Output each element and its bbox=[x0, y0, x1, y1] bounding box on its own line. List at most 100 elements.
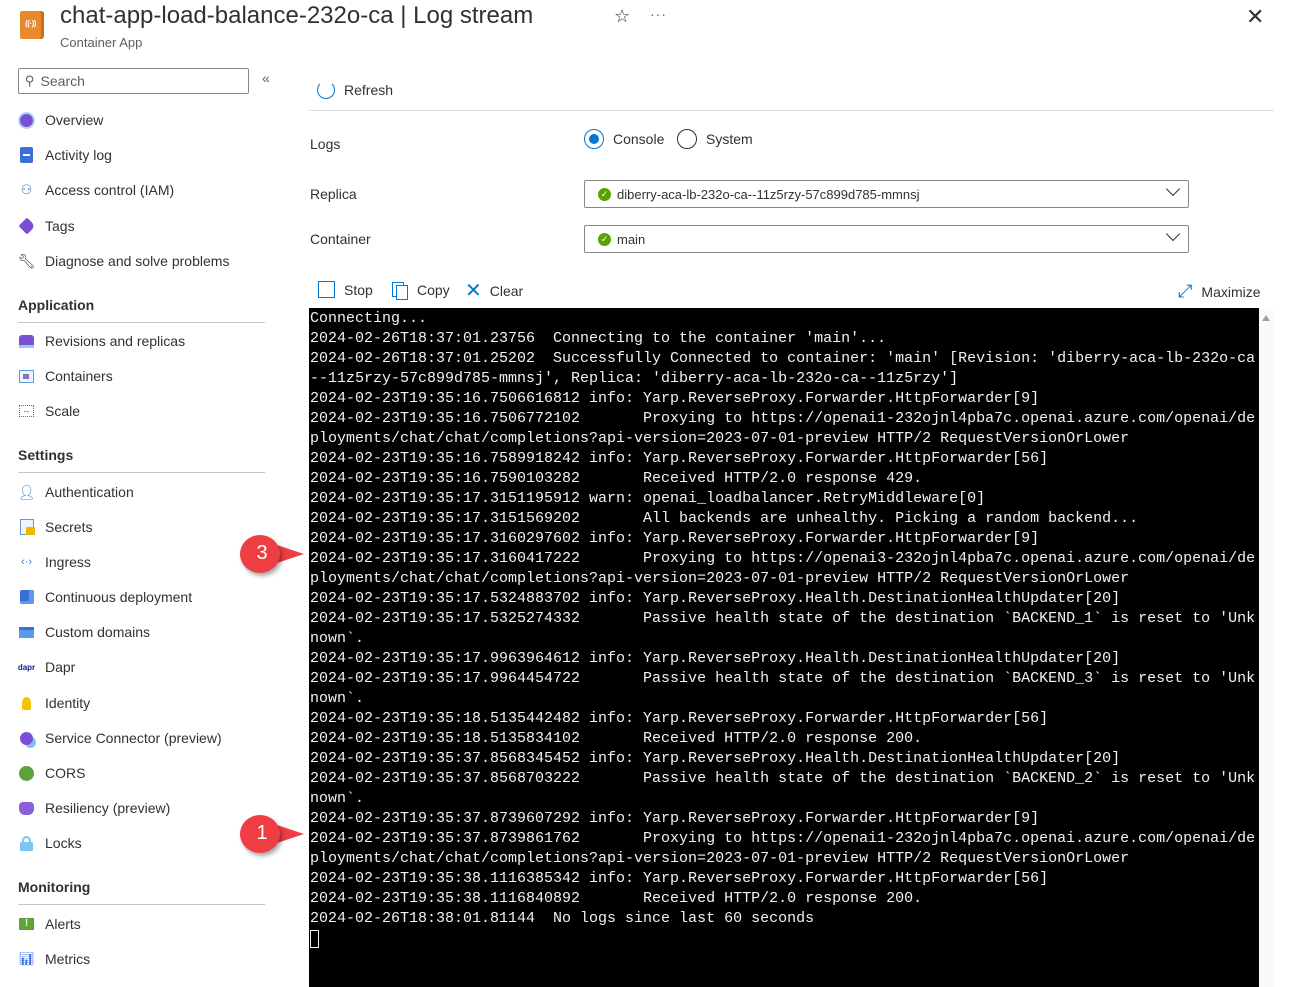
refresh-button[interactable]: Refresh bbox=[317, 81, 393, 99]
container-value: main bbox=[617, 231, 646, 247]
sidebar-item-label: Diagnose and solve problems bbox=[45, 253, 230, 269]
scroll-up-icon[interactable] bbox=[1262, 315, 1270, 321]
log-line: 2024-02-23T19:35:38.1116840892 Received … bbox=[310, 890, 923, 907]
sidebar-item-continuous-deployment[interactable]: Continuous deployment bbox=[18, 585, 192, 609]
log-line: Connecting... bbox=[310, 310, 428, 327]
sidebar-item-custom-domains[interactable]: Custom domains bbox=[18, 620, 150, 644]
log-line: 2024-02-23T19:35:16.7506616812 info: Yar… bbox=[310, 390, 1040, 407]
stop-label: Stop bbox=[344, 281, 373, 298]
sidebar-item-label: Metrics bbox=[45, 951, 91, 967]
sidebar-item-tags[interactable]: Tags bbox=[18, 214, 75, 238]
refresh-label: Refresh bbox=[344, 82, 394, 98]
wrench-icon: 🔧︎ bbox=[17, 252, 36, 269]
check-circle-icon: ✓ bbox=[598, 187, 611, 201]
log-line: 2024-02-23T19:35:17.3160297602 info: Yar… bbox=[310, 530, 1040, 547]
copy-button[interactable]: Copy bbox=[391, 281, 450, 300]
sidebar-item-containers[interactable]: Containers bbox=[18, 364, 113, 388]
log-line: 2024-02-23T19:35:18.5135834102 Received … bbox=[310, 730, 923, 747]
maximize-button[interactable]: ⤢ Maximize bbox=[1178, 281, 1261, 302]
log-line: 2024-02-23T19:35:17.3160417222 Proxying … bbox=[310, 550, 1256, 567]
sidebar-item-authentication[interactable]: 👤︎ Authentication bbox=[18, 480, 134, 504]
check-circle-icon: ✓ bbox=[598, 232, 611, 246]
log-line: 2024-02-26T18:38:01.81144 No logs since … bbox=[310, 910, 815, 927]
log-line: 2024-02-23T19:35:37.8568345452 info: Yar… bbox=[310, 750, 1121, 767]
sidebar-item-revisions[interactable]: Revisions and replicas bbox=[18, 329, 185, 353]
log-line: 2024-02-23T19:35:37.8739607292 info: Yar… bbox=[310, 810, 1040, 827]
console-cursor bbox=[310, 930, 319, 948]
cors-icon bbox=[18, 765, 35, 782]
sidebar-item-label: CORS bbox=[45, 765, 86, 781]
sidebar-item-metrics[interactable]: 📊︎ Metrics bbox=[18, 947, 90, 971]
sidebar-item-label: Authentication bbox=[45, 484, 134, 500]
menu-search[interactable]: ⚲ bbox=[18, 68, 249, 94]
log-line: --11z5rzy-57c899d785-mmnsj', Replica: 'd… bbox=[310, 370, 959, 387]
sidebar-item-identity[interactable]: Identity bbox=[18, 691, 90, 715]
log-line: 2024-02-23T19:35:17.5325274332 Passive h… bbox=[310, 610, 1256, 627]
log-line: 2024-02-23T19:35:38.1116385342 info: Yar… bbox=[310, 870, 1049, 887]
radio-system[interactable]: System bbox=[677, 129, 753, 149]
sidebar-item-label: Tags bbox=[45, 218, 75, 234]
sidebar-item-label: Custom domains bbox=[45, 624, 151, 640]
resiliency-icon bbox=[18, 800, 35, 817]
callout-number: 3 bbox=[256, 542, 268, 564]
log-line: 2024-02-23T19:35:17.3151569202 All backe… bbox=[310, 510, 1139, 527]
dapr-icon: dapr bbox=[17, 662, 36, 672]
sidebar-item-diagnose[interactable]: 🔧︎ Diagnose and solve problems bbox=[17, 249, 230, 273]
container-label: Container bbox=[310, 231, 371, 247]
close-icon[interactable]: ✕ bbox=[1246, 4, 1264, 30]
sidebar-item-label: Locks bbox=[45, 835, 82, 851]
sidebar-item-activity-log[interactable]: Activity log bbox=[18, 143, 112, 167]
revisions-icon bbox=[18, 333, 35, 350]
log-line: 2024-02-26T18:37:01.23756 Connecting to … bbox=[310, 330, 887, 347]
log-console[interactable]: Connecting... 2024-02-26T18:37:01.23756 C… bbox=[309, 308, 1259, 987]
replica-dropdown[interactable]: ✓ diberry-aca-lb-232o-ca--11z5rzy-57c899… bbox=[584, 180, 1189, 208]
radio-console[interactable]: Console bbox=[584, 129, 664, 149]
search-input[interactable] bbox=[40, 73, 231, 89]
sidebar-item-label: Service Connector (preview) bbox=[45, 730, 222, 746]
section-settings: Settings bbox=[18, 447, 74, 463]
divider bbox=[18, 322, 265, 323]
sidebar-item-label: Containers bbox=[45, 368, 113, 384]
ingress-icon: ‹·› bbox=[21, 556, 32, 568]
sidebar-item-scale[interactable]: ↔ Scale bbox=[18, 399, 80, 423]
log-line: 2024-02-23T19:35:17.9963964612 info: Yar… bbox=[310, 650, 1121, 667]
log-line: ployments/chat/chat/completions?api-vers… bbox=[310, 430, 1130, 447]
sidebar-item-access-control[interactable]: ⚇ Access control (IAM) bbox=[18, 178, 174, 202]
container-dropdown[interactable]: ✓ main bbox=[584, 225, 1189, 253]
stop-icon bbox=[318, 281, 335, 298]
section-application: Application bbox=[18, 297, 95, 313]
lock-icon bbox=[18, 835, 35, 852]
command-bar-divider bbox=[309, 110, 1274, 111]
copy-label: Copy bbox=[417, 282, 450, 298]
sidebar-item-locks[interactable]: Locks bbox=[18, 831, 82, 855]
stop-button[interactable]: Stop bbox=[318, 281, 373, 298]
overview-icon bbox=[20, 113, 33, 127]
sidebar-item-resiliency[interactable]: Resiliency (preview) bbox=[18, 796, 170, 820]
sidebar-item-ingress[interactable]: ‹·› Ingress bbox=[18, 550, 91, 574]
collapse-menu-icon[interactable]: « bbox=[262, 70, 270, 86]
secrets-icon bbox=[18, 519, 35, 536]
console-scrollbar[interactable] bbox=[1259, 308, 1274, 987]
log-line: nown`. bbox=[310, 630, 365, 647]
sidebar-item-service-connector[interactable]: Service Connector (preview) bbox=[18, 726, 222, 750]
star-icon[interactable]: ☆ bbox=[614, 6, 630, 27]
sidebar-item-dapr[interactable]: dapr Dapr bbox=[17, 655, 76, 679]
activity-log-icon bbox=[18, 147, 35, 164]
sidebar-item-overview[interactable]: Overview bbox=[18, 108, 103, 132]
sidebar-item-label: Revisions and replicas bbox=[45, 333, 186, 349]
search-icon: ⚲ bbox=[25, 73, 35, 88]
sidebar-item-alerts[interactable]: ! Alerts bbox=[18, 912, 81, 936]
sidebar-item-label: Ingress bbox=[45, 554, 91, 570]
sidebar-item-secrets[interactable]: Secrets bbox=[18, 515, 92, 539]
page-title: chat-app-load-balance-232o-ca | Log stre… bbox=[60, 2, 534, 29]
sidebar-item-label: Activity log bbox=[45, 147, 112, 163]
log-line: 2024-02-23T19:35:37.8568703222 Passive h… bbox=[310, 770, 1256, 787]
ellipsis-icon[interactable]: ··· bbox=[650, 6, 667, 22]
sidebar-item-cors[interactable]: CORS bbox=[18, 761, 85, 785]
container-app-icon: ((·)) bbox=[20, 11, 44, 39]
clear-button[interactable]: ✕ Clear bbox=[465, 281, 523, 301]
log-line: 2024-02-23T19:35:17.9964454722 Passive h… bbox=[310, 670, 1256, 687]
log-line: 2024-02-23T19:35:16.7590103282 Received … bbox=[310, 470, 923, 487]
divider bbox=[18, 904, 265, 905]
log-line: 2024-02-23T19:35:37.8739861762 Proxying … bbox=[310, 830, 1256, 847]
